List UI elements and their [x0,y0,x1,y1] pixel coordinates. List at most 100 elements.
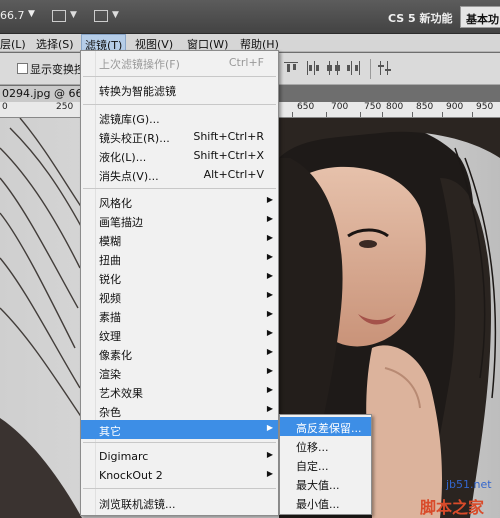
menu-item-label: 位移... [296,441,329,454]
submenu-item-offset[interactable]: 位移... [280,436,371,455]
menu-item-label: 渲染 [99,368,121,381]
ruler-label: 250 [56,102,74,112]
submenu-item-minimum[interactable]: 最小值... [280,493,371,512]
menu-separator [83,442,276,443]
menu-separator [83,488,276,489]
show-transform-controls-checkbox[interactable] [17,63,28,74]
zoom-level-dropdown[interactable]: 66.7 ▼ [0,9,42,25]
menu-item-sketch[interactable]: 素描 ▶ [81,306,278,325]
watermark-site: jb51.net [446,478,492,491]
submenu-item-maximum[interactable]: 最大值... [280,474,371,493]
menu-item-liquify[interactable]: 液化(L)... Shift+Ctrl+X [81,146,278,165]
menu-item-label: Digimarc [99,450,149,463]
menu-item-other[interactable]: 其它 ▶ [81,420,278,439]
menu-item-shortcut: Alt+Ctrl+V [203,168,264,181]
chevron-down-icon: ▼ [112,10,119,20]
ruler-label: 650 [297,102,315,112]
menu-item-vanishing-point[interactable]: 消失点(V)... Alt+Ctrl+V [81,165,278,184]
cs5-new-features-link[interactable]: CS 5 新功能 [388,10,453,26]
menu-select[interactable]: 选择(S) [36,36,74,52]
menu-item-render[interactable]: 渲染 ▶ [81,363,278,382]
menu-layer[interactable]: 层(L) [0,36,26,52]
chevron-down-icon: ▼ [70,10,77,20]
menu-item-label: 最小值... [296,498,340,511]
submenu-arrow-icon: ▶ [266,271,273,280]
submenu-arrow-icon: ▶ [266,233,273,242]
align-top-icon[interactable] [284,61,300,75]
ruler-label: 850 [416,102,434,112]
menu-item-label: 锐化 [99,273,121,286]
menu-item-artistic[interactable]: 艺术效果 ▶ [81,382,278,401]
menu-item-label: 上次滤镜操作(F) [99,58,180,71]
menu-item-shortcut: Ctrl+F [228,56,264,69]
submenu-arrow-icon: ▶ [266,214,273,223]
menu-item-sharpen[interactable]: 锐化 ▶ [81,268,278,287]
menu-item-label: 风格化 [99,197,132,210]
menu-item-label: 艺术效果 [99,387,143,400]
menu-item-label: 滤镜库(G)... [99,113,160,126]
menu-item-label: 自定... [296,460,329,473]
submenu-arrow-icon: ▶ [266,385,273,394]
menu-item-pixelate[interactable]: 像素化 ▶ [81,344,278,363]
ruler-label: 950 [476,102,494,112]
menu-item-label: 转换为智能滤镜 [99,85,176,98]
distribute-right-icon[interactable] [346,61,362,75]
distribute-left-icon[interactable] [306,61,322,75]
options-separator [370,59,371,79]
menu-item-lens-correction[interactable]: 镜头校正(R)... Shift+Ctrl+R [81,127,278,146]
menu-item-label: 像素化 [99,349,132,362]
other-submenu: 高反差保留... 位移... 自定... 最大值... 最小值... [279,414,372,515]
distribute-center-icon[interactable] [326,61,342,75]
watermark-brand: 脚本之家 [420,498,485,517]
submenu-arrow-icon: ▶ [266,290,273,299]
menu-item-browse-online-filters[interactable]: 浏览联机滤镜... [81,493,278,512]
menu-item-label: 画笔描边 [99,216,143,229]
menu-item-distort[interactable]: 扭曲 ▶ [81,249,278,268]
ruler-label: 900 [446,102,464,112]
menu-item-shortcut: Shift+Ctrl+R [193,130,264,143]
menu-separator [83,188,276,189]
submenu-item-custom[interactable]: 自定... [280,455,371,474]
menu-item-filter-gallery[interactable]: 滤镜库(G)... [81,108,278,127]
menu-item-shortcut: Shift+Ctrl+X [193,149,264,162]
screen-mode-button[interactable]: ▼ [92,8,122,26]
screen-mode-icon [94,10,108,22]
ruler-label: 700 [331,102,349,112]
document-tab[interactable]: 0294.jpg @ 66.7 [0,86,90,102]
menu-item-knockout[interactable]: KnockOut 2 ▶ [81,466,278,485]
menu-item-texture[interactable]: 纹理 ▶ [81,325,278,344]
menu-item-label: 纹理 [99,330,121,343]
ruler-label: 800 [386,102,404,112]
menu-separator [83,104,276,105]
menu-item-blur[interactable]: 模糊 ▶ [81,230,278,249]
menu-item-stylize[interactable]: 风格化 ▶ [81,192,278,211]
submenu-arrow-icon: ▶ [266,347,273,356]
ruler-label: 0 [2,102,8,112]
submenu-arrow-icon: ▶ [266,252,273,261]
menu-item-label: 视频 [99,292,121,305]
menu-item-label: 镜头校正(R)... [99,132,170,145]
ruler-label: 750 [364,102,382,112]
menu-item-brush-strokes[interactable]: 画笔描边 ▶ [81,211,278,230]
menu-item-video[interactable]: 视频 ▶ [81,287,278,306]
show-transform-controls-label: 显示变换控 [30,63,85,76]
submenu-arrow-icon: ▶ [266,469,273,478]
menu-item-label: 液化(L)... [99,151,147,164]
submenu-item-high-pass[interactable]: 高反差保留... [280,417,371,436]
submenu-arrow-icon: ▶ [266,309,273,318]
menu-item-noise[interactable]: 杂色 ▶ [81,401,278,420]
menu-item-label: KnockOut 2 [99,469,163,482]
filter-menu: 上次滤镜操作(F) Ctrl+F 转换为智能滤镜 滤镜库(G)... 镜头校正(… [80,50,279,516]
menu-item-label: 其它 [99,425,121,438]
auto-align-layers-icon[interactable] [378,61,394,75]
submenu-arrow-icon: ▶ [266,328,273,337]
workspace-switcher[interactable]: 基本功 [460,6,500,28]
menu-item-label: 高反差保留... [296,422,362,435]
menu-item-label: 浏览联机滤镜... [99,498,176,511]
menu-item-last-filter[interactable]: 上次滤镜操作(F) Ctrl+F [81,53,278,72]
arrange-documents-button[interactable]: ▼ [50,8,80,26]
menu-item-convert-smart-filter[interactable]: 转换为智能滤镜 [81,80,278,99]
application-bar: 66.7 ▼ ▼ ▼ CS 5 新功能 基本功 [0,0,500,34]
menu-item-digimarc[interactable]: Digimarc ▶ [81,447,278,466]
arrange-documents-icon [52,10,66,22]
